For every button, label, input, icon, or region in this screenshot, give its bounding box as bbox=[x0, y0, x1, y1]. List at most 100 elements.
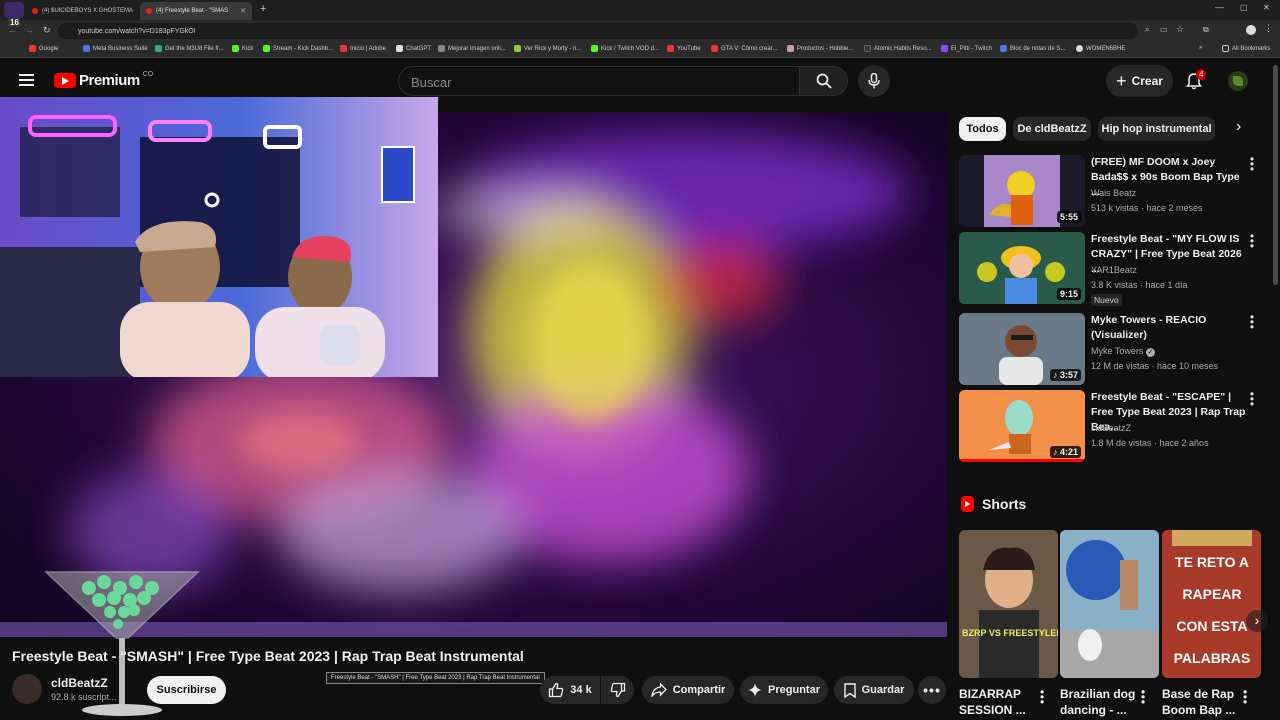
reload-icon[interactable]: ↻ bbox=[43, 25, 51, 36]
bookmark-item[interactable]: Bloc de notas de S... bbox=[1000, 45, 1065, 52]
zoom-icon[interactable]: ⌕ bbox=[1145, 25, 1149, 35]
address-bar[interactable]: youtube.com/watch?v=D183pFYGkOI bbox=[58, 23, 1138, 39]
more-options-icon[interactable]: • • • bbox=[1141, 686, 1145, 708]
recommendation-item[interactable]: ♪ 3:57 Myke Towers - REACIO (Visualizer)… bbox=[959, 311, 1271, 385]
save-button[interactable]: Guardar bbox=[834, 676, 914, 704]
subscribe-button[interactable]: Suscribirse bbox=[147, 676, 226, 704]
recommendation-channel[interactable]: Wais Beatz bbox=[1091, 188, 1136, 198]
tab-1[interactable]: (4) $UICIDEBOYS X GHOSTEMA ✕ bbox=[26, 2, 136, 20]
filter-chip-channel[interactable]: De cldBeatzZ bbox=[1013, 117, 1091, 141]
close-window-button[interactable]: ✕ bbox=[1263, 3, 1270, 12]
youtube-play-icon bbox=[54, 73, 76, 88]
new-badge: Nuevo bbox=[1091, 294, 1122, 306]
bookmark-item[interactable]: Kick bbox=[232, 45, 253, 52]
bookmark-item[interactable]: Atomic Habits Reso... bbox=[864, 45, 932, 52]
new-tab-button[interactable]: + bbox=[260, 3, 266, 15]
notification-count-badge: 4 bbox=[1196, 69, 1207, 80]
close-tab-icon[interactable]: ✕ bbox=[240, 7, 246, 15]
bookmark-favicon-icon bbox=[438, 45, 445, 52]
hamburger-menu-icon[interactable] bbox=[19, 74, 34, 86]
more-options-icon[interactable]: • • • bbox=[1247, 388, 1257, 410]
forward-icon[interactable]: → bbox=[25, 25, 34, 35]
more-options-icon[interactable]: • • • bbox=[1247, 153, 1257, 175]
bookmark-item[interactable]: WOMEN6BHE bbox=[1076, 45, 1125, 52]
more-options-icon[interactable]: • • • bbox=[1247, 311, 1257, 333]
recommendation-item[interactable]: ♪ 4:21 Freestyle Beat - "ESCAPE" | Free … bbox=[959, 388, 1271, 462]
profile-icon[interactable] bbox=[4, 2, 24, 18]
short-title[interactable]: BIZARRAP SESSION ... bbox=[959, 686, 1039, 718]
avatar[interactable] bbox=[1228, 71, 1248, 91]
filter-chip-all[interactable]: Todos bbox=[959, 117, 1006, 141]
more-options-icon[interactable]: • • • bbox=[1040, 686, 1044, 708]
bookmark-favicon-icon bbox=[787, 45, 794, 52]
recommendation-channel[interactable]: YAR1Beatz bbox=[1091, 265, 1137, 275]
like-button[interactable]: 34 k bbox=[540, 676, 600, 704]
maximize-button[interactable]: ▢ bbox=[1240, 3, 1248, 12]
bookmark-item[interactable]: Inicio | Adobe bbox=[340, 45, 386, 52]
bookmark-item[interactable]: Stream - Kick Dashb... bbox=[263, 45, 333, 52]
extensions-icon[interactable]: ⧉ bbox=[1203, 25, 1209, 35]
chevron-right-icon[interactable]: › bbox=[1236, 118, 1241, 136]
bookmark-item[interactable]: Meta Business Suite bbox=[83, 45, 148, 52]
short-title[interactable]: Base de Rap Boom Bap ... bbox=[1162, 686, 1242, 718]
search-button[interactable] bbox=[800, 66, 848, 96]
bookmark-item[interactable]: Kick / Twitch VOD d... bbox=[591, 45, 659, 52]
video-duration: ♪ 4:21 bbox=[1049, 446, 1081, 458]
more-actions-button[interactable]: ••• bbox=[918, 676, 946, 704]
browser-menu-icon[interactable]: ⋮ bbox=[1264, 23, 1273, 34]
minimize-button[interactable]: — bbox=[1215, 2, 1224, 12]
recommendation-item[interactable]: 5:55 (FREE) MF DOOM x Joey Bada$$ x 90s … bbox=[959, 153, 1271, 227]
bookmark-item[interactable]: Mejorar imagen onli... bbox=[438, 45, 506, 52]
bookmark-item[interactable]: Productos - Hobbie... bbox=[787, 45, 853, 52]
youtube-logo[interactable]: Premium CO bbox=[54, 71, 153, 89]
bookmark-item[interactable]: GTA V: Cómo crear... bbox=[711, 45, 777, 52]
account-avatar[interactable] bbox=[1246, 25, 1256, 35]
filter-chip-hiphop[interactable]: Hip hop instrumental bbox=[1098, 117, 1215, 141]
recommendation-item[interactable]: 9:15 Freestyle Beat - "MY FLOW IS CRAZY"… bbox=[959, 230, 1271, 306]
recommendation-channel[interactable]: Myke Towers ✓ bbox=[1091, 346, 1155, 357]
search-input[interactable]: Buscar bbox=[398, 66, 800, 96]
duration-text: 3:57 bbox=[1059, 370, 1078, 380]
verified-icon: ✓ bbox=[1145, 348, 1155, 357]
notifications-button[interactable]: 4 bbox=[1186, 69, 1207, 95]
short-item[interactable]: TE RETO A RAPEAR CON ESTA PALABRAS bbox=[1162, 530, 1261, 678]
short-title[interactable]: Brazilian dog dancing - ... bbox=[1060, 686, 1140, 718]
channel-avatar[interactable] bbox=[12, 674, 42, 704]
bookmark-item[interactable]: Google bbox=[29, 45, 58, 52]
tab-count-badge: 16 bbox=[8, 18, 21, 27]
video-thumbnail[interactable]: 9:15 bbox=[959, 232, 1085, 304]
video-thumbnail[interactable]: ♪ 3:57 bbox=[959, 313, 1085, 385]
create-button[interactable]: + Crear bbox=[1106, 65, 1173, 97]
share-button[interactable]: Compartir bbox=[642, 676, 734, 704]
shorts-next-button[interactable]: › bbox=[1246, 610, 1268, 632]
more-options-icon[interactable]: • • • bbox=[1243, 686, 1247, 708]
bookmark-label: Inicio | Adobe bbox=[350, 45, 386, 52]
page-scrollbar[interactable] bbox=[1273, 65, 1278, 285]
bookmark-star-icon[interactable]: ☆ bbox=[1176, 24, 1184, 35]
thumbs-down-icon bbox=[610, 682, 625, 698]
short-item[interactable]: BZRP VS FREESTYLERS bbox=[959, 530, 1058, 678]
filter-chip-label: Todos bbox=[966, 123, 999, 135]
voice-search-button[interactable] bbox=[858, 65, 890, 97]
more-options-icon[interactable]: • • • bbox=[1247, 230, 1257, 252]
dislike-button[interactable] bbox=[601, 676, 634, 704]
recommendation-channel[interactable]: cldBeatzZ bbox=[1091, 423, 1131, 433]
recommendation-title[interactable]: Myke Towers - REACIO (Visualizer) bbox=[1091, 313, 1247, 343]
ask-button[interactable]: Preguntar bbox=[740, 676, 828, 704]
bookmark-item[interactable]: El_Pitti - Twitch bbox=[941, 45, 992, 52]
more-bookmarks-icon[interactable]: » bbox=[1199, 45, 1202, 51]
video-thumbnail[interactable]: ♪ 4:21 bbox=[959, 390, 1085, 462]
bookmark-item[interactable]: YouTube bbox=[667, 45, 701, 52]
ask-label: Preguntar bbox=[768, 684, 820, 696]
tab-2[interactable]: (4) Freestyle Beat - "SMAS ✕ bbox=[140, 2, 252, 20]
cast-icon[interactable]: ▭ bbox=[1160, 25, 1168, 34]
video-thumbnail[interactable]: 5:55 bbox=[959, 155, 1085, 227]
bookmark-item[interactable]: Get the M3U8 File fr... bbox=[155, 45, 224, 52]
bookmark-item[interactable]: ChatGPT bbox=[396, 45, 431, 52]
subscriber-count: 92.8 k suscript... bbox=[51, 692, 117, 702]
bookmark-item[interactable]: Ver Rick y Morty - n... bbox=[514, 45, 581, 52]
channel-name[interactable]: cldBeatzZ bbox=[51, 676, 108, 690]
all-bookmarks-button[interactable]: All Bookmarks bbox=[1222, 45, 1270, 52]
short-item[interactable] bbox=[1060, 530, 1159, 678]
bookmark-label: Get the M3U8 File fr... bbox=[165, 45, 224, 52]
